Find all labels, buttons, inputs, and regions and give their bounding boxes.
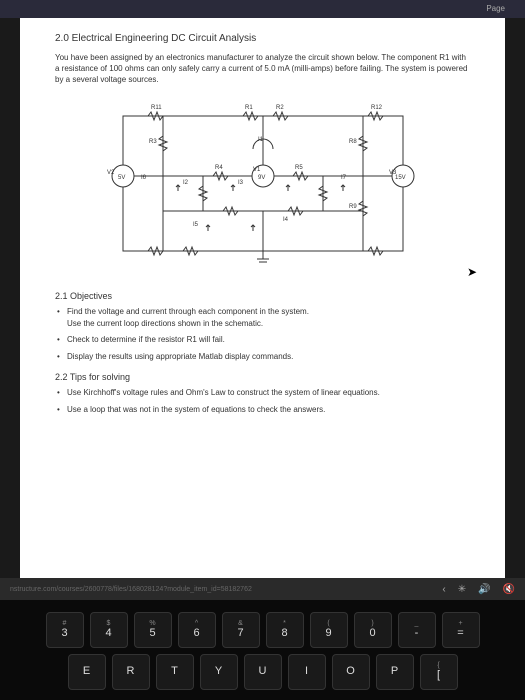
tips-title: 2.2 Tips for solving bbox=[55, 372, 470, 382]
key-[[interactable]: {[ bbox=[420, 654, 458, 690]
circuit-schematic: V25V V19V V315V R11R1 R2R12 R4R5 R3R8 I1… bbox=[93, 101, 433, 266]
section-title: 2.0 Electrical Engineering DC Circuit An… bbox=[55, 33, 470, 44]
key-9[interactable]: (9 bbox=[310, 612, 348, 648]
list-item: Use a loop that was not in the system of… bbox=[67, 405, 470, 415]
list-item: Display the results using appropriate Ma… bbox=[67, 352, 470, 362]
document-page: 2.0 Electrical Engineering DC Circuit An… bbox=[20, 18, 505, 578]
browser-controls: ‹ ✳ 🔊 🔇 bbox=[442, 584, 515, 595]
objectives-list: Find the voltage and current through eac… bbox=[55, 307, 470, 363]
svg-text:I3: I3 bbox=[238, 180, 244, 186]
mute-icon[interactable]: 🔇 bbox=[503, 584, 515, 595]
svg-text:I4: I4 bbox=[283, 217, 289, 223]
key-O[interactable]: O bbox=[332, 654, 370, 690]
key-7[interactable]: &7 bbox=[222, 612, 260, 648]
key-Y[interactable]: Y bbox=[200, 654, 238, 690]
svg-text:R1: R1 bbox=[245, 105, 253, 111]
browser-url-bar[interactable]: nstructure.com/courses/2600778/files/168… bbox=[0, 578, 525, 600]
key-R[interactable]: R bbox=[112, 654, 150, 690]
mouse-cursor-icon: ➤ bbox=[467, 265, 477, 279]
key--[interactable]: _- bbox=[398, 612, 436, 648]
svg-text:R12: R12 bbox=[371, 105, 383, 111]
key-U[interactable]: U bbox=[244, 654, 282, 690]
svg-text:R8: R8 bbox=[349, 139, 357, 145]
svg-text:R9: R9 bbox=[349, 204, 357, 210]
back-icon[interactable]: ‹ bbox=[442, 584, 445, 595]
svg-text:R11: R11 bbox=[151, 105, 162, 111]
svg-text:R2: R2 bbox=[276, 105, 284, 111]
key-4[interactable]: $4 bbox=[90, 612, 128, 648]
key-row-letters: ERTYUIOP{[ bbox=[25, 654, 500, 690]
key-6[interactable]: ^6 bbox=[178, 612, 216, 648]
page-header-bar: Page bbox=[0, 0, 525, 18]
svg-text:I7: I7 bbox=[341, 175, 347, 181]
audio-icon[interactable]: 🔊 bbox=[478, 584, 490, 595]
key-=[interactable]: += bbox=[442, 612, 480, 648]
list-item: Use Kirchhoff's voltage rules and Ohm's … bbox=[67, 388, 470, 398]
svg-text:V2: V2 bbox=[107, 170, 115, 176]
url-text: nstructure.com/courses/2600778/files/168… bbox=[10, 586, 252, 593]
svg-text:R5: R5 bbox=[295, 165, 303, 171]
svg-text:5V: 5V bbox=[118, 175, 125, 181]
list-item: Check to determine if the resistor R1 wi… bbox=[67, 335, 470, 345]
star-icon[interactable]: ✳ bbox=[458, 584, 466, 595]
key-3[interactable]: #3 bbox=[46, 612, 84, 648]
svg-text:I5: I5 bbox=[193, 222, 199, 228]
svg-text:I1: I1 bbox=[258, 137, 264, 143]
key-P[interactable]: P bbox=[376, 654, 414, 690]
svg-text:I6: I6 bbox=[141, 175, 147, 181]
key-0[interactable]: )0 bbox=[354, 612, 392, 648]
svg-text:15V: 15V bbox=[395, 175, 406, 181]
page-label: Page bbox=[486, 4, 505, 13]
svg-text:R4: R4 bbox=[215, 165, 223, 171]
key-E[interactable]: E bbox=[68, 654, 106, 690]
key-5[interactable]: %5 bbox=[134, 612, 172, 648]
list-item: Find the voltage and current through eac… bbox=[67, 307, 470, 330]
keyboard: #3$4%5^6&7*8(9)0_-+= ERTYUIOP{[ bbox=[0, 600, 525, 700]
key-8[interactable]: *8 bbox=[266, 612, 304, 648]
svg-text:V1: V1 bbox=[253, 167, 261, 173]
objectives-title: 2.1 Objectives bbox=[55, 291, 470, 301]
svg-text:I2: I2 bbox=[183, 180, 189, 186]
intro-paragraph: You have been assigned by an electronics… bbox=[55, 52, 470, 86]
tips-list: Use Kirchhoff's voltage rules and Ohm's … bbox=[55, 388, 470, 415]
key-T[interactable]: T bbox=[156, 654, 194, 690]
key-row-numbers: #3$4%5^6&7*8(9)0_-+= bbox=[25, 612, 500, 648]
key-I[interactable]: I bbox=[288, 654, 326, 690]
svg-text:R3: R3 bbox=[149, 139, 157, 145]
svg-text:9V: 9V bbox=[258, 175, 265, 181]
